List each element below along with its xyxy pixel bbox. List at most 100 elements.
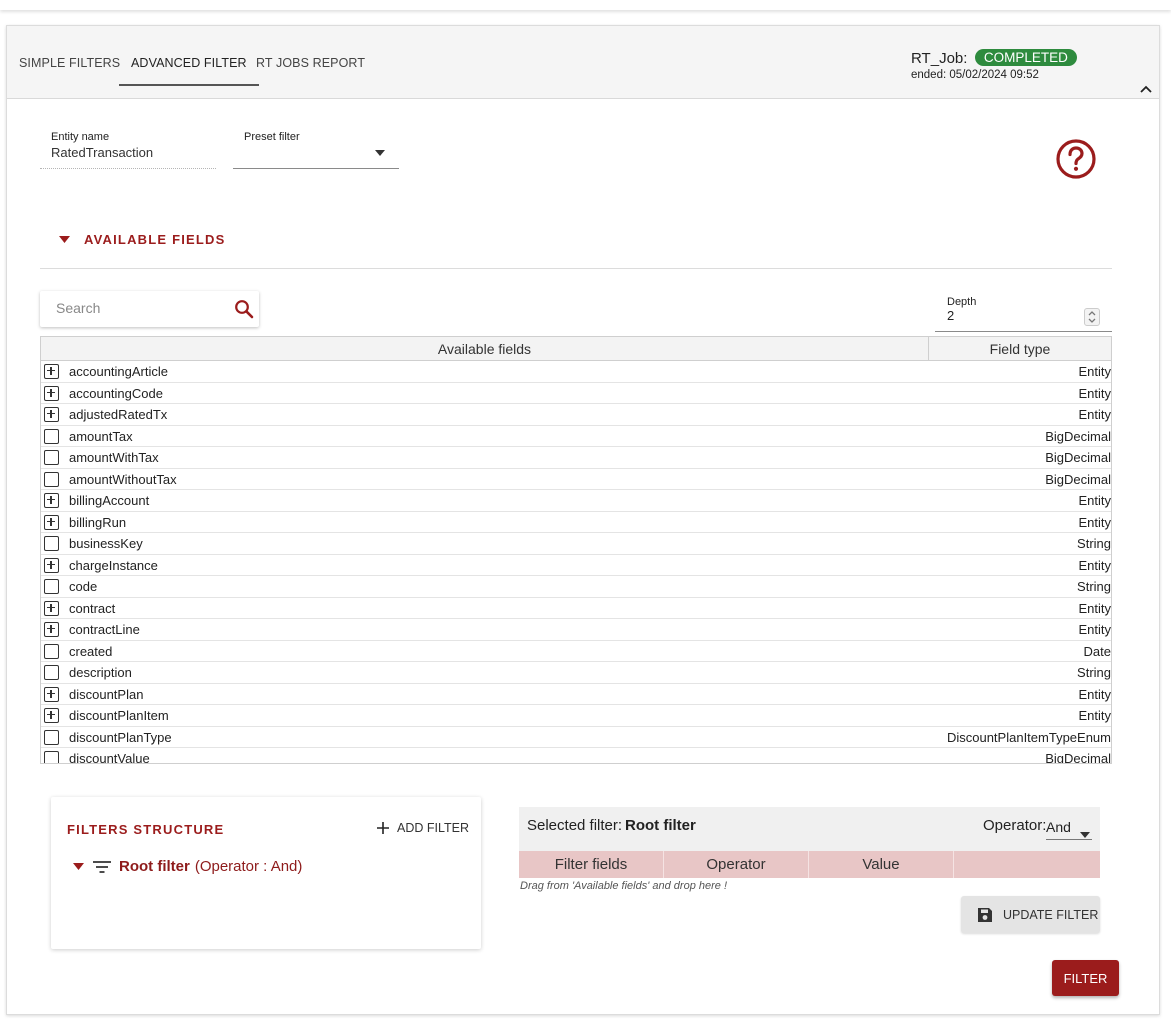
- column-value: Value: [809, 851, 954, 878]
- table-row[interactable]: amountWithoutTax BigDecimal: [41, 469, 1111, 490]
- expand-icon[interactable]: [44, 557, 59, 573]
- column-filter-fields: Filter fields: [519, 851, 664, 878]
- help-icon[interactable]: [1055, 138, 1097, 180]
- field-type: BigDecimal: [1045, 471, 1111, 487]
- table-row[interactable]: discountPlan Entity: [41, 684, 1111, 705]
- table-row[interactable]: description String: [41, 662, 1111, 684]
- search-icon[interactable]: [234, 299, 254, 324]
- field-name: chargeInstance: [69, 557, 158, 573]
- table-row[interactable]: amountTax BigDecimal: [41, 426, 1111, 447]
- caret-down-icon[interactable]: [73, 863, 84, 870]
- expand-icon[interactable]: [44, 708, 59, 723]
- table-row[interactable]: discountPlanType DiscountPlanItemTypeEnum: [41, 727, 1111, 748]
- field-type: Entity: [1078, 686, 1111, 702]
- selected-filter-bar: Selected filter: Root filter Operator: A…: [519, 807, 1100, 851]
- divider: [40, 268, 1112, 269]
- field-type: String: [1077, 536, 1111, 551]
- field-type: String: [1077, 579, 1111, 594]
- table-row[interactable]: amountWithTax BigDecimal: [41, 447, 1111, 469]
- expand-icon[interactable]: [44, 514, 59, 530]
- selected-filter-label: Selected filter:: [527, 817, 623, 834]
- expand-icon[interactable]: [44, 385, 59, 401]
- table-row[interactable]: adjustedRatedTx Entity: [41, 404, 1111, 426]
- expand-icon[interactable]: [44, 407, 59, 422]
- depth-label: Depth: [947, 296, 977, 308]
- advanced-filter-panel: SIMPLE FILTERS ADVANCED FILTER RT JOBS R…: [6, 25, 1160, 1015]
- field-name: description: [69, 665, 132, 680]
- field-type: Entity: [1078, 407, 1111, 422]
- depth-spinner[interactable]: [1084, 308, 1100, 326]
- entity-name-label: Entity name: [51, 131, 110, 143]
- filter-button[interactable]: FILTER: [1052, 960, 1119, 996]
- field-name: discountValue: [69, 751, 150, 764]
- table-row[interactable]: billingAccount Entity: [41, 490, 1111, 512]
- field-type: BigDecimal: [1045, 751, 1111, 764]
- table-row[interactable]: discountPlanItem Entity: [41, 705, 1111, 727]
- field-type: BigDecimal: [1045, 428, 1111, 444]
- field-name: billingRun: [69, 514, 127, 530]
- field-name: accountingCode: [69, 385, 163, 401]
- depth-field[interactable]: Depth 2: [935, 296, 1112, 332]
- preset-filter-select[interactable]: Preset filter: [233, 131, 399, 169]
- job-ended: ended: 05/02/2024 09:52: [911, 69, 1039, 81]
- table-row[interactable]: businessKey String: [41, 533, 1111, 555]
- available-fields-toggle[interactable]: AVAILABLE FIELDS: [59, 232, 226, 247]
- status-badge: COMPLETED: [974, 49, 1077, 66]
- field-name: contract: [69, 600, 116, 616]
- root-filter-node[interactable]: Root filter (Operator : And): [73, 858, 302, 875]
- tab-rt-jobs-report[interactable]: RT JOBS REPORT: [244, 48, 377, 86]
- preset-filter-label: Preset filter: [244, 131, 300, 143]
- spinner-arrows-icon: [1088, 311, 1096, 323]
- expand-icon[interactable]: [44, 686, 59, 702]
- field-name: discountPlan: [69, 686, 144, 702]
- drop-zone-hint[interactable]: Drag from 'Available fields' and drop he…: [520, 880, 727, 892]
- table-row[interactable]: contract Entity: [41, 598, 1111, 619]
- operator-select[interactable]: And: [1046, 816, 1092, 840]
- column-field-type[interactable]: Field type: [929, 337, 1111, 360]
- save-icon: [978, 907, 992, 922]
- table-row[interactable]: created Date: [41, 641, 1111, 662]
- chevron-up-icon[interactable]: [1139, 82, 1153, 96]
- field-type: Date: [1083, 643, 1111, 659]
- field-name: created: [69, 643, 113, 659]
- checkbox[interactable]: [44, 428, 59, 444]
- job-title: RT_Job:: [911, 50, 968, 67]
- dropdown-arrow-icon: [1080, 825, 1090, 843]
- entity-name-value: RatedTransaction: [51, 145, 154, 160]
- checkbox[interactable]: [44, 471, 59, 487]
- plus-icon: [377, 822, 389, 834]
- column-available-fields[interactable]: Available fields: [41, 337, 929, 360]
- field-type: Entity: [1078, 364, 1111, 379]
- checkbox[interactable]: [44, 579, 59, 594]
- table-row[interactable]: accountingArticle Entity: [41, 361, 1111, 383]
- checkbox[interactable]: [44, 665, 59, 680]
- checkbox[interactable]: [44, 450, 59, 465]
- checkbox[interactable]: [44, 751, 59, 763]
- search-input[interactable]: Search: [40, 291, 259, 327]
- expand-icon[interactable]: [44, 622, 59, 637]
- expand-icon[interactable]: [44, 600, 59, 616]
- update-filter-button[interactable]: UPDATE FILTER: [961, 896, 1100, 933]
- field-name: businessKey: [69, 536, 143, 551]
- field-name: adjustedRatedTx: [69, 407, 168, 422]
- available-fields-table: Available fields Field type accountingAr…: [40, 336, 1112, 764]
- dropdown-arrow-icon: [375, 143, 385, 161]
- table-row[interactable]: billingRun Entity: [41, 512, 1111, 533]
- table-row[interactable]: discountValue BigDecimal: [41, 748, 1111, 764]
- expand-icon[interactable]: [44, 364, 59, 379]
- checkbox[interactable]: [44, 643, 59, 659]
- table-row[interactable]: chargeInstance Entity: [41, 555, 1111, 576]
- checkbox[interactable]: [44, 536, 59, 551]
- tab-simple-filters[interactable]: SIMPLE FILTERS: [7, 48, 132, 86]
- checkbox[interactable]: [44, 729, 59, 745]
- add-filter-button[interactable]: ADD FILTER: [377, 821, 469, 835]
- table-row[interactable]: code String: [41, 576, 1111, 598]
- field-type: BigDecimal: [1045, 450, 1111, 465]
- field-type: Entity: [1078, 557, 1111, 573]
- expand-icon[interactable]: [44, 493, 59, 508]
- tab-advanced-filter[interactable]: ADVANCED FILTER: [119, 48, 259, 86]
- available-fields-title: AVAILABLE FIELDS: [84, 232, 226, 247]
- table-row[interactable]: accountingCode Entity: [41, 383, 1111, 404]
- field-type: DiscountPlanItemTypeEnum: [946, 729, 1111, 745]
- table-row[interactable]: contractLine Entity: [41, 619, 1111, 641]
